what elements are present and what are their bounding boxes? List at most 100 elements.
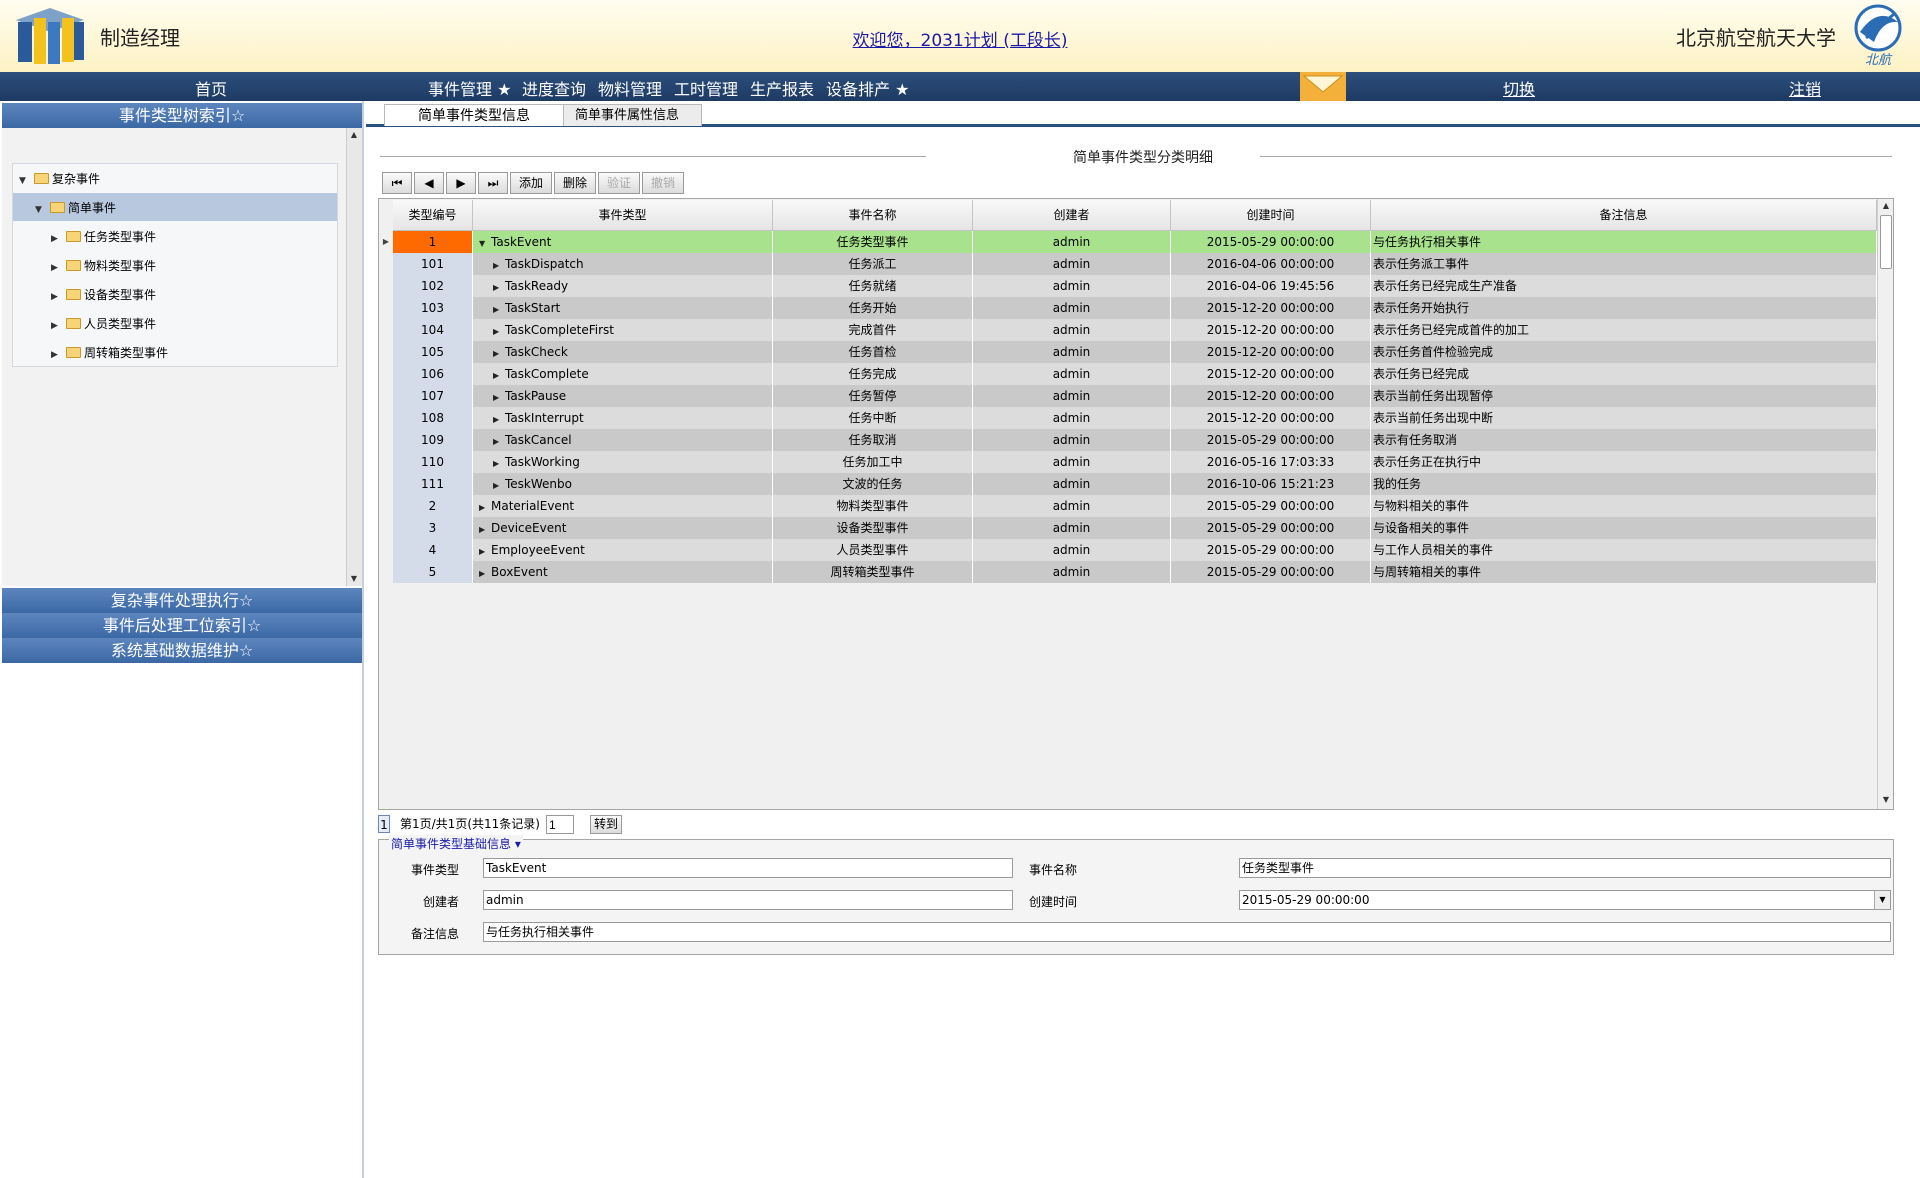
cell-time[interactable]: 2015-05-29 00:00:00 (1171, 517, 1371, 539)
nav-work-hours[interactable]: 工时管理 (674, 76, 738, 100)
cell-name[interactable]: 文波的任务 (773, 473, 973, 495)
collapsed-arrow-icon[interactable]: ▶ (51, 254, 63, 282)
cell-name[interactable]: 周转箱类型事件 (773, 561, 973, 583)
creator-field[interactable]: admin (483, 890, 1013, 910)
expanded-arrow-icon[interactable]: ▼ (479, 233, 491, 253)
cell-creator[interactable]: admin (973, 341, 1171, 363)
collapsed-arrow-icon[interactable]: ▶ (493, 409, 505, 429)
cell-name[interactable]: 任务加工中 (773, 451, 973, 473)
tree-node-complex[interactable]: ▼ 复杂事件 (19, 165, 100, 193)
table-row[interactable]: 109 ▶ TaskCancel 任务取消 admin 2015-05-29 00:00:… (393, 429, 1877, 451)
cell-event-type[interactable]: ▶ TaskReady (473, 275, 773, 297)
cell-creator[interactable]: admin (973, 451, 1171, 473)
cell-name[interactable]: 任务中断 (773, 407, 973, 429)
logout-link[interactable]: 注销 (1789, 76, 1821, 100)
cell-note[interactable]: 表示任务开始执行 (1371, 297, 1877, 319)
cell-event-type[interactable]: ▶ TaskStart (473, 297, 773, 319)
cell-event-type[interactable]: ▶ TaskCompleteFirst (473, 319, 773, 341)
prev-button[interactable]: ◀ (414, 172, 444, 194)
scroll-down-icon[interactable]: ▼ (347, 572, 361, 586)
collapsed-arrow-icon[interactable]: ▶ (493, 255, 505, 275)
cell-note[interactable]: 我的任务 (1371, 473, 1877, 495)
cell-creator[interactable]: admin (973, 495, 1171, 517)
column-header[interactable]: 事件名称 (773, 200, 973, 231)
expanded-arrow-icon[interactable]: ▼ (35, 196, 47, 224)
cell-name[interactable]: 任务派工 (773, 253, 973, 275)
collapsed-arrow-icon[interactable]: ▶ (51, 283, 63, 311)
grid-vertical-scrollbar[interactable]: ▲ ▼ (1877, 199, 1893, 809)
tree-node-device[interactable]: ▶ 设备类型事件 (51, 281, 156, 309)
cell-id[interactable]: 5 (393, 561, 473, 583)
column-header[interactable]: 事件类型 (473, 200, 773, 231)
accordion-post-station[interactable]: 事件后处理工位索引☆ (2, 613, 362, 638)
tree-node-simple[interactable]: ▼ 简单事件 (35, 194, 116, 222)
cell-id[interactable]: 2 (393, 495, 473, 517)
cell-event-type[interactable]: ▶ EmployeeEvent (473, 539, 773, 561)
cell-note[interactable]: 与物料相关的事件 (1371, 495, 1877, 517)
tab-simple-event-attrs[interactable]: 简单事件属性信息 (552, 104, 702, 126)
cell-creator[interactable]: admin (973, 539, 1171, 561)
cell-creator[interactable]: admin (973, 231, 1171, 253)
add-button[interactable]: 添加 (510, 172, 552, 194)
collapsed-arrow-icon[interactable]: ▶ (493, 475, 505, 495)
cell-time[interactable]: 2016-04-06 19:45:56 (1171, 275, 1371, 297)
cell-event-type[interactable]: ▼ TaskEvent (473, 231, 773, 253)
table-row[interactable]: 101 ▶ TaskDispatch 任务派工 admin 2016-04-06 00:0… (393, 253, 1877, 275)
table-row[interactable]: 105 ▶ TaskCheck 任务首检 admin 2015-12-20 00:00:0… (393, 341, 1877, 363)
table-row[interactable]: 1 ▼ TaskEvent 任务类型事件 admin 2015-05-29 00:00:0… (393, 231, 1877, 253)
cell-time[interactable]: 2015-12-20 00:00:00 (1171, 297, 1371, 319)
nav-home[interactable]: 首页 (195, 76, 227, 100)
cell-name[interactable]: 任务取消 (773, 429, 973, 451)
cell-creator[interactable]: admin (973, 275, 1171, 297)
cell-creator[interactable]: admin (973, 429, 1171, 451)
cancel-button[interactable]: 撤销 (642, 172, 684, 194)
collapsed-arrow-icon[interactable]: ▶ (493, 365, 505, 385)
cell-name[interactable]: 任务就绪 (773, 275, 973, 297)
tree-node-box[interactable]: ▶ 周转箱类型事件 (51, 339, 168, 367)
cell-time[interactable]: 2015-12-20 00:00:00 (1171, 407, 1371, 429)
cell-name[interactable]: 完成首件 (773, 319, 973, 341)
cell-note[interactable]: 表示任务首件检验完成 (1371, 341, 1877, 363)
cell-creator[interactable]: admin (973, 253, 1171, 275)
tree-node-personnel[interactable]: ▶ 人员类型事件 (51, 310, 156, 338)
scroll-down-icon[interactable]: ▼ (1879, 793, 1893, 807)
table-row[interactable]: 2 ▶ MaterialEvent 物料类型事件 admin 2015-05-29 00:… (393, 495, 1877, 517)
nav-progress-query[interactable]: 进度查询 (522, 76, 586, 100)
cell-id[interactable]: 109 (393, 429, 473, 451)
tree-node-task[interactable]: ▶ 任务类型事件 (51, 223, 156, 251)
cell-id[interactable]: 101 (393, 253, 473, 275)
cell-note[interactable]: 与任务执行相关事件 (1371, 231, 1877, 253)
cell-id[interactable]: 107 (393, 385, 473, 407)
scroll-up-icon[interactable]: ▲ (347, 128, 361, 142)
cell-id[interactable]: 111 (393, 473, 473, 495)
nav-event-management[interactable]: 事件管理 ★ (428, 76, 511, 100)
cell-time[interactable]: 2015-05-29 00:00:00 (1171, 231, 1371, 253)
cell-event-type[interactable]: ▶ DeviceEvent (473, 517, 773, 539)
table-row[interactable]: 110 ▶ TaskWorking 任务加工中 admin 2016-05-16 17:0… (393, 451, 1877, 473)
cell-id[interactable]: 102 (393, 275, 473, 297)
welcome-link[interactable]: 欢迎您，2031计划 (工段长) (0, 26, 1920, 51)
cell-creator[interactable]: admin (973, 517, 1171, 539)
cell-id[interactable]: 105 (393, 341, 473, 363)
collapsed-arrow-icon[interactable]: ▶ (493, 431, 505, 451)
mail-icon[interactable] (1300, 72, 1346, 101)
tree-vertical-scrollbar[interactable]: ▲ ▼ (346, 128, 362, 586)
cell-name[interactable]: 任务完成 (773, 363, 973, 385)
cell-time[interactable]: 2016-10-06 15:21:23 (1171, 473, 1371, 495)
accordion-basic-data[interactable]: 系统基础数据维护☆ (2, 638, 362, 663)
table-row[interactable]: 4 ▶ EmployeeEvent 人员类型事件 admin 2015-05-29 00:… (393, 539, 1877, 561)
cell-id[interactable]: 108 (393, 407, 473, 429)
cell-name[interactable]: 物料类型事件 (773, 495, 973, 517)
collapsed-arrow-icon[interactable]: ▶ (493, 321, 505, 341)
cell-event-type[interactable]: ▶ TaskDispatch (473, 253, 773, 275)
cell-note[interactable]: 表示任务已经完成生产准备 (1371, 275, 1877, 297)
cell-event-type[interactable]: ▶ TeskWenbo (473, 473, 773, 495)
cell-creator[interactable]: admin (973, 473, 1171, 495)
collapsed-arrow-icon[interactable]: ▶ (493, 343, 505, 363)
table-row[interactable]: 108 ▶ TaskInterrupt 任务中断 admin 2015-12-20 00:… (393, 407, 1877, 429)
cell-note[interactable]: 与设备相关的事件 (1371, 517, 1877, 539)
collapsed-arrow-icon[interactable]: ▶ (493, 453, 505, 473)
table-row[interactable]: 3 ▶ DeviceEvent 设备类型事件 admin 2015-05-29 00:00… (393, 517, 1877, 539)
first-page-button[interactable]: ⏮ (382, 172, 412, 194)
note-field[interactable]: 与任务执行相关事件 (483, 922, 1891, 942)
